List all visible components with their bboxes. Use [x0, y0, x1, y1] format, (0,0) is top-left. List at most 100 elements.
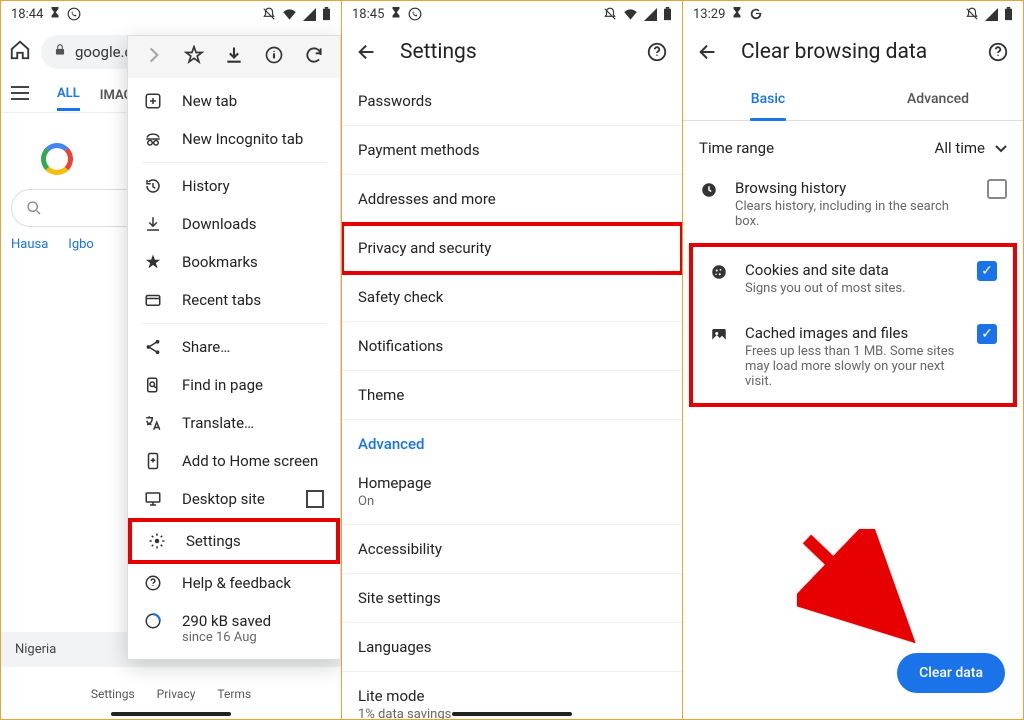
settings-row-notifications[interactable]: Notifications	[342, 322, 682, 371]
time-range-row[interactable]: Time range All time	[683, 121, 1023, 165]
row-label: Notifications	[358, 337, 666, 355]
footer-terms[interactable]: Terms	[217, 687, 251, 701]
menu-item-recent-tabs[interactable]: Recent tabs	[128, 281, 340, 319]
option-title: Cookies and site data	[745, 261, 961, 279]
settings-row-passwords[interactable]: Passwords	[342, 77, 682, 126]
menu-item-label: New tab	[182, 92, 237, 110]
settings-row-privacy-and-security[interactable]: Privacy and security	[342, 224, 682, 273]
tab-all[interactable]: ALL	[57, 78, 80, 111]
whatsapp-icon	[408, 7, 422, 21]
row-label: Passwords	[358, 92, 666, 110]
clear-option-cookies-and-site-data[interactable]: Cookies and site data Signs you out of m…	[693, 247, 1013, 310]
settings-row-payment-methods[interactable]: Payment methods	[342, 126, 682, 175]
menu-item-label: Desktop site	[182, 490, 265, 508]
menu-item-label: 290 kB saved	[182, 612, 271, 630]
star-icon[interactable]	[184, 45, 204, 69]
menu-item-find-in-page[interactable]: Find in page	[128, 366, 340, 404]
settings-row-homepage[interactable]: HomepageOn	[342, 459, 682, 525]
settings-row-languages[interactable]: Languages	[342, 623, 682, 672]
settings-row-accessibility[interactable]: Accessibility	[342, 525, 682, 574]
tabs: Basic Advanced	[683, 77, 1023, 121]
clear-option-browsing-history[interactable]: Browsing history Clears history, includi…	[683, 165, 1023, 243]
footer-privacy[interactable]: Privacy	[157, 687, 196, 701]
download-icon	[144, 215, 162, 233]
panel-settings: 18:45 Settings Passwords Payment methods A…	[342, 1, 683, 719]
tab-basic[interactable]: Basic	[683, 77, 853, 120]
download-icon[interactable]	[224, 45, 244, 69]
refresh-icon[interactable]	[304, 45, 324, 69]
lang-hausa[interactable]: Hausa	[11, 237, 48, 252]
settings-row-advanced[interactable]: Advanced	[342, 420, 682, 459]
help-icon[interactable]	[987, 41, 1009, 63]
google-logo-icon	[41, 143, 73, 175]
menu-item-label: Translate…	[182, 414, 254, 432]
checkbox[interactable]: ✓	[977, 324, 997, 344]
status-time: 18:44	[11, 7, 43, 22]
forward-arrow-icon[interactable]	[144, 45, 164, 69]
menu-item-new-tab[interactable]: New tab	[128, 82, 340, 120]
gear-icon	[148, 532, 166, 550]
status-bar: 18:45	[342, 1, 682, 27]
option-desc: Frees up less than 1 MB. Some sites may …	[745, 344, 961, 389]
row-label: Site settings	[358, 589, 666, 607]
menu-item-label: Downloads	[182, 215, 257, 233]
menu-item-settings[interactable]: Settings	[128, 518, 340, 564]
page-title: Settings	[400, 40, 624, 64]
incognito-icon	[144, 130, 162, 148]
menu-item-label: Recent tabs	[182, 291, 261, 309]
panel-browser-menu: 18:44 google.c ALL IMAGES	[1, 1, 342, 719]
checkbox[interactable]	[306, 490, 324, 508]
status-bar: 13:29	[683, 1, 1023, 27]
back-arrow-icon[interactable]	[356, 41, 378, 63]
menu-item-downloads[interactable]: Downloads	[128, 205, 340, 243]
menu-item-help-feedback[interactable]: Help & feedback	[128, 564, 340, 602]
hamburger-icon[interactable]	[11, 85, 29, 104]
help-icon	[144, 574, 162, 592]
option-title: Cached images and files	[745, 324, 961, 342]
menu-item-label: Find in page	[182, 376, 263, 394]
help-icon[interactable]	[646, 41, 668, 63]
settings-row-addresses-and-more[interactable]: Addresses and more	[342, 175, 682, 224]
share-icon	[144, 338, 162, 356]
desktop-icon	[144, 490, 162, 508]
row-label: Advanced	[358, 435, 666, 453]
info-icon[interactable]	[264, 45, 284, 69]
status-time: 18:45	[352, 7, 384, 22]
tab-advanced[interactable]: Advanced	[853, 77, 1023, 120]
settings-row-safety-check[interactable]: Safety check	[342, 273, 682, 322]
clock-icon	[699, 179, 719, 199]
footer-settings[interactable]: Settings	[91, 687, 135, 701]
settings-list: Passwords Payment methods Addresses and mo…	[342, 77, 682, 719]
plus-square-icon	[144, 92, 162, 110]
home-icon[interactable]	[9, 39, 31, 65]
signal-icon	[644, 8, 657, 21]
menu-item-add-to-home-screen[interactable]: Add to Home screen	[128, 442, 340, 480]
menu-item-new-incognito-tab[interactable]: New Incognito tab	[128, 120, 340, 158]
time-range-label: Time range	[699, 139, 774, 157]
back-arrow-icon[interactable]	[697, 41, 719, 63]
checkbox[interactable]: ✓	[977, 261, 997, 281]
menu-item-translate[interactable]: Translate…	[128, 404, 340, 442]
checkbox[interactable]	[987, 179, 1007, 199]
settings-row-site-settings[interactable]: Site settings	[342, 574, 682, 623]
menu-item-label: Settings	[186, 532, 241, 550]
battery-icon	[322, 7, 331, 21]
menu-item-history[interactable]: History	[128, 167, 340, 205]
status-bar: 18:44	[1, 1, 341, 27]
menu-item-desktop-site[interactable]: Desktop site	[128, 480, 340, 518]
star-icon	[144, 253, 162, 271]
add-home-icon	[144, 452, 162, 470]
recent-tabs-icon	[144, 291, 162, 309]
menu-item-label: Share…	[182, 338, 230, 356]
menu-item-share[interactable]: Share…	[128, 328, 340, 366]
lang-igbo[interactable]: Igbo	[68, 237, 94, 252]
row-label: Languages	[358, 638, 666, 656]
settings-row-theme[interactable]: Theme	[342, 371, 682, 420]
clear-option-cached-images-and-files[interactable]: Cached images and files Frees up less th…	[693, 310, 1013, 403]
option-desc: Signs you out of most sites.	[745, 281, 961, 296]
option-title: Browsing history	[735, 179, 971, 197]
signal-icon	[985, 8, 998, 21]
menu-item-bookmarks[interactable]: Bookmarks	[128, 243, 340, 281]
row-label: Addresses and more	[358, 190, 666, 208]
menu-item-290-kb-saved[interactable]: 290 kB savedsince 16 Aug	[128, 602, 340, 655]
